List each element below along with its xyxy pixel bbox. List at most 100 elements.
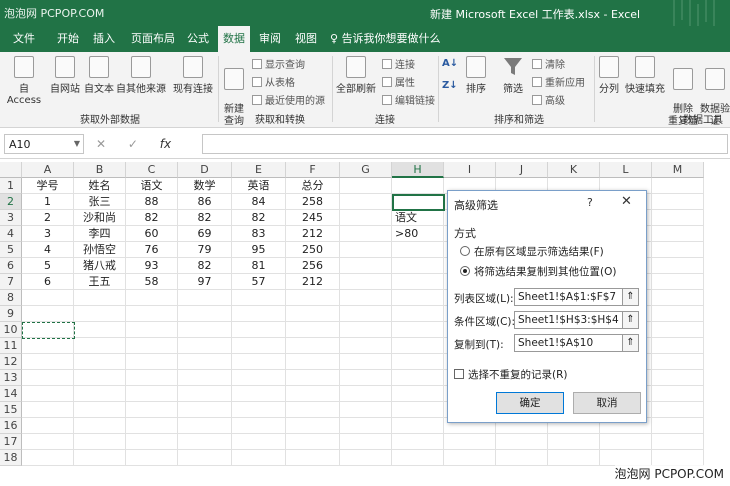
cell[interactable] [652,370,704,386]
from-text-button[interactable]: 自文本 [82,56,116,95]
cell[interactable] [74,306,126,322]
tab-formulas[interactable]: 公式 [182,26,214,52]
cell[interactable] [286,338,340,354]
cell[interactable] [178,338,232,354]
cell[interactable] [652,306,704,322]
table-header-cell[interactable]: 总分 [286,178,340,194]
cell[interactable] [444,450,496,466]
recent-sources-button[interactable]: 最近使用的源 [252,92,325,107]
from-access-button[interactable]: 自 Access [2,56,46,106]
table-header-cell[interactable]: 数学 [178,178,232,194]
row-header-8[interactable]: 8 [0,290,22,306]
table-cell[interactable]: 6 [22,274,74,290]
cell[interactable] [178,370,232,386]
column-header-a[interactable]: A [22,162,74,178]
cell[interactable] [392,306,444,322]
cell[interactable] [652,354,704,370]
cell[interactable] [340,370,392,386]
range-picker-icon[interactable]: ⇑ [622,335,638,351]
cell[interactable] [286,306,340,322]
cell[interactable] [340,226,392,242]
cell[interactable] [232,290,286,306]
table-cell[interactable]: 76 [126,242,178,258]
cell[interactable] [600,434,652,450]
name-box[interactable]: A10 ▼ [4,134,84,154]
cell[interactable] [178,418,232,434]
cell[interactable] [340,194,392,210]
confirm-formula-icon[interactable]: ✓ [128,137,138,151]
table-cell[interactable]: 猪八戒 [74,258,126,274]
cell[interactable] [178,434,232,450]
cell[interactable] [652,402,704,418]
cell[interactable] [22,338,74,354]
cell[interactable] [392,418,444,434]
cell[interactable] [652,210,704,226]
cell[interactable] [126,402,178,418]
cell[interactable] [496,450,548,466]
cell[interactable] [178,402,232,418]
table-cell[interactable]: 82 [126,210,178,226]
tab-home[interactable]: 开始 [52,26,84,52]
column-header-k[interactable]: K [548,162,600,178]
tab-review[interactable]: 审阅 [254,26,286,52]
table-cell[interactable]: 王五 [74,274,126,290]
cell[interactable] [286,418,340,434]
cell[interactable] [22,386,74,402]
cancel-button[interactable]: 取消 [573,392,641,414]
cell[interactable] [340,306,392,322]
cell[interactable] [652,290,704,306]
table-cell[interactable]: 84 [232,194,286,210]
table-cell[interactable]: 1 [22,194,74,210]
row-header-14[interactable]: 14 [0,386,22,402]
cell[interactable] [178,450,232,466]
table-cell[interactable]: 沙和尚 [74,210,126,226]
column-header-d[interactable]: D [178,162,232,178]
cell[interactable] [392,434,444,450]
cell[interactable] [340,210,392,226]
cell[interactable] [340,290,392,306]
cell[interactable] [74,354,126,370]
from-web-button[interactable]: 自网站 [46,56,84,95]
table-cell[interactable]: 2 [22,210,74,226]
help-icon[interactable]: ? [587,196,593,209]
tab-insert[interactable]: 插入 [88,26,120,52]
sort-button[interactable]: 排序 [462,56,490,95]
table-cell[interactable]: 93 [126,258,178,274]
show-queries-button[interactable]: 显示查询 [252,56,305,71]
cell[interactable] [652,418,704,434]
table-cell[interactable]: 4 [22,242,74,258]
row-header-10[interactable]: 10 [0,322,22,338]
cell[interactable] [548,434,600,450]
copy-to-input[interactable]: Sheet1!$A$10 ⇑ [514,334,639,352]
cell[interactable] [652,450,704,466]
cell[interactable] [126,370,178,386]
cell[interactable] [126,386,178,402]
cell[interactable] [340,338,392,354]
cell[interactable] [22,370,74,386]
column-header-g[interactable]: G [340,162,392,178]
table-cell[interactable]: 212 [286,226,340,242]
clear-filter-button[interactable]: 清除 [532,56,565,71]
table-cell[interactable]: 孙悟空 [74,242,126,258]
cell[interactable] [22,402,74,418]
reapply-button[interactable]: 重新应用 [532,74,585,89]
cell[interactable] [600,450,652,466]
row-header-16[interactable]: 16 [0,418,22,434]
cell[interactable] [232,386,286,402]
copy-to-location-radio[interactable]: 将筛选结果复制到其他位置(O) [460,264,616,279]
edit-links-button[interactable]: 编辑链接 [382,92,435,107]
chevron-down-icon[interactable]: ▼ [74,139,80,148]
cell[interactable] [340,354,392,370]
cell[interactable] [232,338,286,354]
cell[interactable] [548,450,600,466]
table-header-cell[interactable]: 姓名 [74,178,126,194]
column-header-c[interactable]: C [126,162,178,178]
table-header-cell[interactable]: 学号 [22,178,74,194]
table-cell[interactable]: 李四 [74,226,126,242]
cell[interactable] [74,450,126,466]
cell[interactable] [22,450,74,466]
from-table-button[interactable]: 从表格 [252,74,295,89]
cell[interactable] [340,386,392,402]
close-icon[interactable]: ✕ [621,194,632,209]
column-header-m[interactable]: M [652,162,704,178]
